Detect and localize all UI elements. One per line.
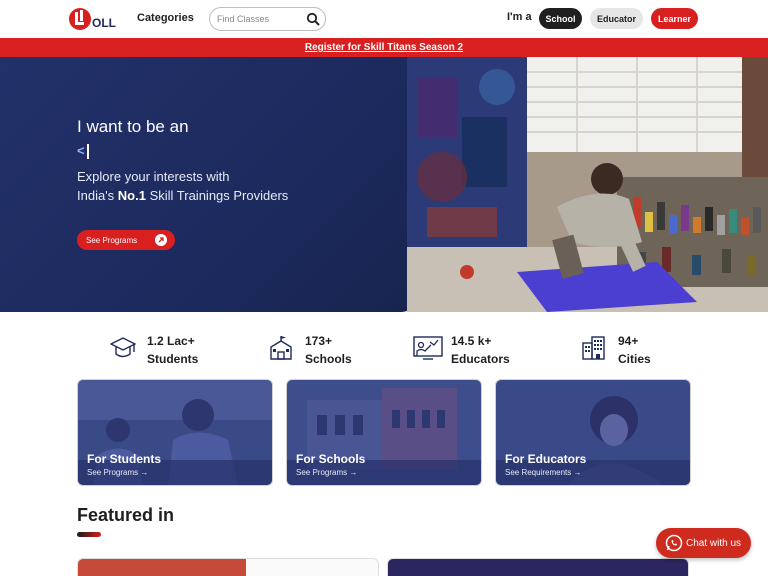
top-navbar: OLL Categories I'm a School Educator Lea… (0, 0, 768, 38)
card-link[interactable]: See Programs → (87, 468, 148, 477)
svg-text:OLL: OLL (92, 16, 116, 30)
card-title: For Students (87, 452, 161, 466)
arrow-up-right-icon (155, 234, 167, 246)
oll-logo[interactable]: OLL (68, 6, 122, 32)
card-link[interactable]: See Requirements → (505, 468, 581, 477)
text-cursor (86, 144, 89, 160)
teacher-board-icon (413, 336, 443, 360)
stat-value: 173+ (305, 334, 333, 348)
card-title: For Schools (296, 452, 366, 466)
hero-subtitle-line1: Explore your interests with (77, 169, 230, 184)
stat-value: 94+ (618, 334, 639, 348)
card-link[interactable]: See Programs → (296, 468, 357, 477)
card-for-educators[interactable]: For Educators See Requirements → (495, 379, 691, 486)
featured-card-1[interactable] (77, 558, 379, 576)
hero-text-panel: I want to be an < Explore your interests… (0, 57, 416, 312)
card-for-students[interactable]: For Students See Programs → (77, 379, 273, 486)
featured-in-heading: Featured in (77, 505, 175, 525)
card-for-schools[interactable]: For Schools See Programs → (286, 379, 482, 486)
stat-label: Educators (451, 352, 510, 366)
role-educator-button[interactable]: Educator (590, 8, 643, 29)
card-title: For Educators (505, 452, 587, 466)
search-icon[interactable] (306, 12, 320, 26)
city-buildings-icon (582, 336, 605, 360)
stat-value: 1.2 Lac+ (147, 334, 195, 348)
stat-label: Cities (618, 352, 651, 366)
categories-menu[interactable]: Categories (137, 12, 194, 24)
school-building-icon (270, 336, 292, 360)
typing-text: < (77, 143, 89, 160)
stat-label: Schools (305, 352, 352, 366)
chat-with-us-button[interactable]: Chat with us (656, 528, 751, 558)
stat-value: 14.5 k+ (451, 334, 492, 348)
hero-image-artist-painting (407, 57, 768, 312)
see-programs-button[interactable]: See Programs (77, 230, 175, 250)
search-input[interactable] (217, 11, 305, 27)
featured-card-1-image (78, 559, 246, 576)
search-box[interactable] (209, 7, 326, 31)
stat-label: Students (147, 352, 199, 366)
role-learner-button[interactable]: Learner (651, 8, 698, 29)
promo-banner: Register for Skill Titans Season 2 (0, 38, 768, 57)
hero-subtitle-line2: India's No.1 Skill Trainings Providers (77, 188, 289, 203)
hero-title: I want to be an (77, 117, 189, 136)
featured-card-2[interactable] (387, 558, 689, 576)
graduation-cap-icon (110, 337, 136, 358)
register-skill-titans-link[interactable]: Register for Skill Titans Season 2 (305, 42, 463, 53)
hero-section: I want to be an < Explore your interests… (0, 57, 768, 312)
role-school-button[interactable]: School (539, 8, 582, 29)
heading-underline-bar (77, 532, 101, 537)
whatsapp-icon (665, 534, 683, 552)
role-prompt: I'm a (507, 11, 532, 23)
